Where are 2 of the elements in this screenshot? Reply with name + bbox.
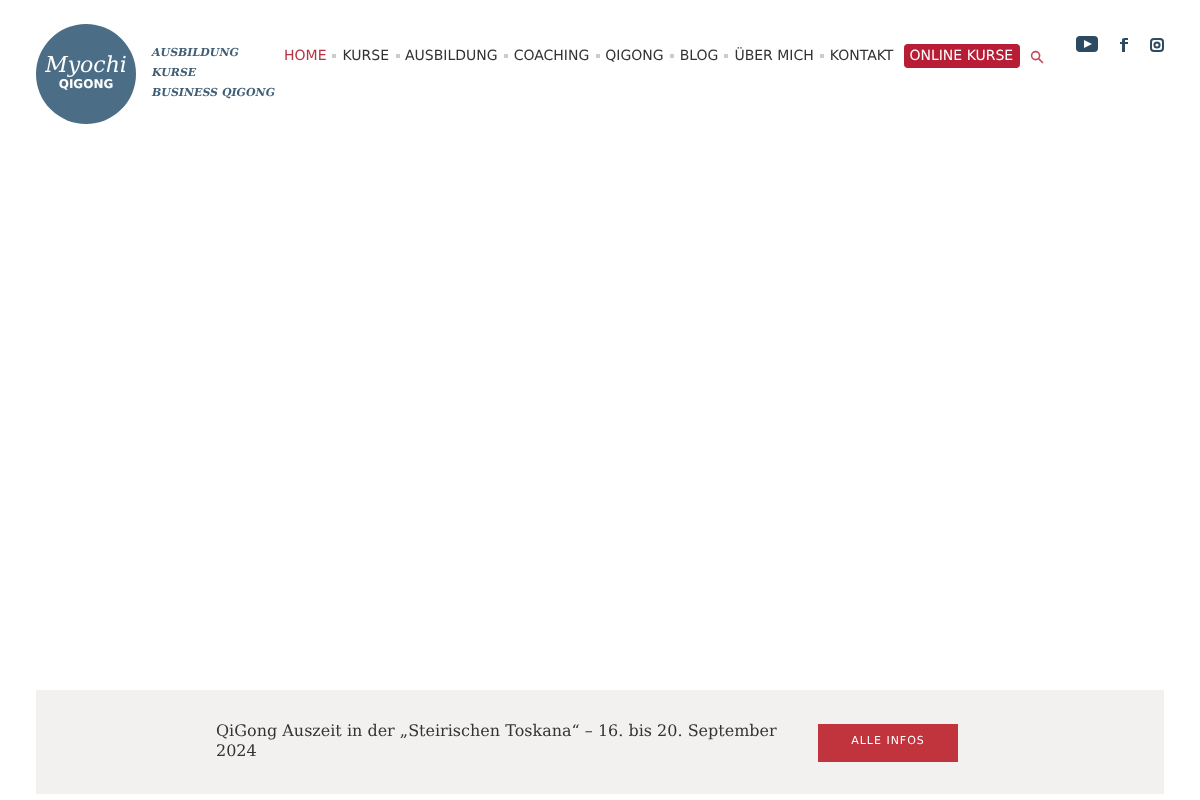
logo-script: Myochi — [45, 54, 127, 78]
event-text: QiGong Auszeit in der „Steirischen Toskana“ – 16. bis 20. September 2024 — [216, 722, 779, 762]
